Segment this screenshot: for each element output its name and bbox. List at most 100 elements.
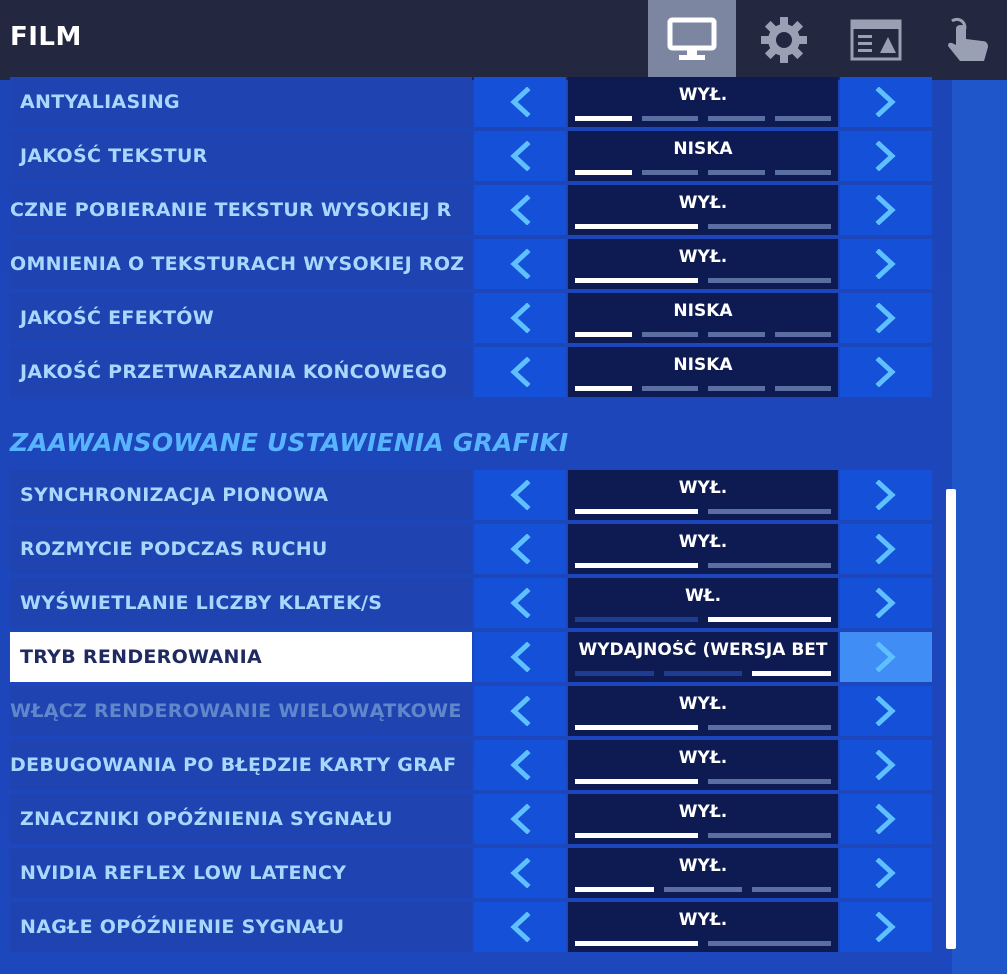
option-step-indicator (752, 671, 831, 676)
setting-value: WYDAJNOŚĆ (WERSJA BET (578, 640, 828, 660)
setting-row[interactable]: OMNIENIA O TEKSTURACH WYSOKIEJ ROZ WYŁ. (10, 239, 934, 289)
setting-value: WYŁ. (678, 247, 728, 267)
option-step-indicator (708, 833, 831, 838)
option-step-indicator (575, 779, 698, 784)
setting-row[interactable]: NVIDIA REFLEX LOW LATENCY WYŁ. (10, 848, 934, 898)
option-step-indicator (752, 887, 831, 892)
next-option-button[interactable] (840, 632, 932, 682)
setting-row[interactable]: ZNACZNIKI OPÓŹNIENIA SYGNAŁU WYŁ. (10, 794, 934, 844)
chevron-left-icon (510, 480, 531, 510)
next-option-button[interactable] (840, 794, 932, 844)
setting-row[interactable]: WYŚWIETLANIE LICZBY KLATEK/S WŁ. (10, 578, 934, 628)
next-option-button[interactable] (840, 470, 932, 520)
previous-option-button[interactable] (474, 470, 566, 520)
setting-row[interactable]: JAKOŚĆ TEKSTUR NISKA (10, 131, 934, 181)
chevron-right-icon (875, 534, 896, 564)
previous-option-button[interactable] (474, 902, 566, 952)
next-option-button[interactable] (840, 347, 932, 397)
next-option-button[interactable] (840, 185, 932, 235)
previous-option-button[interactable] (474, 347, 566, 397)
chevron-right-icon (875, 912, 896, 942)
setting-row[interactable]: NAGŁE OPÓŹNIENIE SYGNAŁU WYŁ. (10, 902, 934, 952)
option-step-indicator (708, 386, 765, 391)
previous-option-button[interactable] (474, 239, 566, 289)
setting-value: WYŁ. (678, 193, 728, 213)
option-step-indicator (708, 170, 765, 175)
previous-option-button[interactable] (474, 578, 566, 628)
next-option-button[interactable] (840, 239, 932, 289)
chevron-right-icon (875, 357, 896, 387)
setting-label: NAGŁE OPÓŹNIENIE SYGNAŁU (10, 902, 472, 952)
next-option-button[interactable] (840, 578, 932, 628)
next-option-button[interactable] (840, 131, 932, 181)
setting-value-box: WYDAJNOŚĆ (WERSJA BET (568, 632, 838, 682)
setting-value: WYŁ. (678, 856, 728, 876)
chevron-right-icon (875, 750, 896, 780)
option-step-indicator (708, 725, 831, 730)
setting-row[interactable]: WŁĄCZ RENDEROWANIE WIELOWĄTKOWE WYŁ. (10, 686, 934, 736)
next-option-button[interactable] (840, 77, 932, 127)
setting-row[interactable]: TRYB RENDEROWANIA WYDAJNOŚĆ (WERSJA BET (10, 632, 934, 682)
chevron-right-icon (875, 696, 896, 726)
previous-option-button[interactable] (474, 632, 566, 682)
setting-label: WYŚWIETLANIE LICZBY KLATEK/S (10, 578, 472, 628)
setting-value-box: WYŁ. (568, 470, 838, 520)
next-option-button[interactable] (840, 740, 932, 790)
gear-icon (761, 17, 807, 63)
previous-option-button[interactable] (474, 740, 566, 790)
setting-row[interactable]: SYNCHRONIZACJA PIONOWA WYŁ. (10, 470, 934, 520)
previous-option-button[interactable] (474, 848, 566, 898)
chevron-right-icon (875, 588, 896, 618)
next-option-button[interactable] (840, 524, 932, 574)
previous-option-button[interactable] (474, 524, 566, 574)
setting-label: OMNIENIA O TEKSTURACH WYSOKIEJ ROZ (10, 239, 472, 289)
chevron-right-icon (875, 804, 896, 834)
previous-option-button[interactable] (474, 686, 566, 736)
chevron-right-icon (875, 249, 896, 279)
tab-game-settings[interactable] (740, 0, 828, 80)
chevron-left-icon (510, 750, 531, 780)
previous-option-button[interactable] (474, 77, 566, 127)
setting-row[interactable]: JAKOŚĆ EFEKTÓW NISKA (10, 293, 934, 343)
option-step-indicator (663, 887, 743, 892)
setting-row[interactable]: ROZMYCIE PODCZAS RUCHU WYŁ. (10, 524, 934, 574)
setting-row[interactable]: JAKOŚĆ PRZETWARZANIA KOŃCOWEGO NISKA (10, 347, 934, 397)
option-step-indicator (663, 671, 743, 676)
previous-option-button[interactable] (474, 185, 566, 235)
chevron-left-icon (510, 303, 531, 333)
next-option-button[interactable] (840, 293, 932, 343)
chevron-left-icon (510, 696, 531, 726)
next-option-button[interactable] (840, 848, 932, 898)
setting-row[interactable]: DEBUGOWANIA PO BŁĘDZIE KARTY GRAF WYŁ. (10, 740, 934, 790)
option-step-indicator (575, 386, 632, 391)
option-step-indicator (708, 941, 831, 946)
setting-value: WYŁ. (678, 532, 728, 552)
previous-option-button[interactable] (474, 293, 566, 343)
tab-touch[interactable] (924, 0, 1007, 80)
setting-value: WYŁ. (678, 478, 728, 498)
setting-value-box: WŁ. (568, 578, 838, 628)
setting-row[interactable]: ANTYALIASING WYŁ. (10, 77, 934, 127)
option-step-indicator (774, 386, 831, 391)
setting-value: WŁ. (684, 586, 722, 606)
setting-row[interactable]: CZNE POBIERANIE TEKSTUR WYSOKIEJ R WYŁ. (10, 185, 934, 235)
setting-value: WYŁ. (678, 910, 728, 930)
setting-value-box: WYŁ. (568, 848, 838, 898)
scrollbar-thumb[interactable] (946, 489, 956, 949)
previous-option-button[interactable] (474, 131, 566, 181)
next-option-button[interactable] (840, 902, 932, 952)
option-step-indicator (575, 116, 632, 121)
section-title-advanced-graphics: ZAAWANSOWANE USTAWIENIA GRAFIKI (10, 428, 569, 457)
tab-video[interactable] (648, 0, 736, 80)
setting-value-box: WYŁ. (568, 185, 838, 235)
previous-option-button[interactable] (474, 794, 566, 844)
scrollbar-area (952, 80, 1007, 974)
chevron-left-icon (510, 534, 531, 564)
tab-hud[interactable] (832, 0, 920, 80)
next-option-button[interactable] (840, 686, 932, 736)
setting-value-box: WYŁ. (568, 902, 838, 952)
chevron-left-icon (510, 195, 531, 225)
option-step-indicator (575, 833, 698, 838)
monitor-icon (667, 17, 717, 60)
option-step-indicator (708, 278, 831, 283)
